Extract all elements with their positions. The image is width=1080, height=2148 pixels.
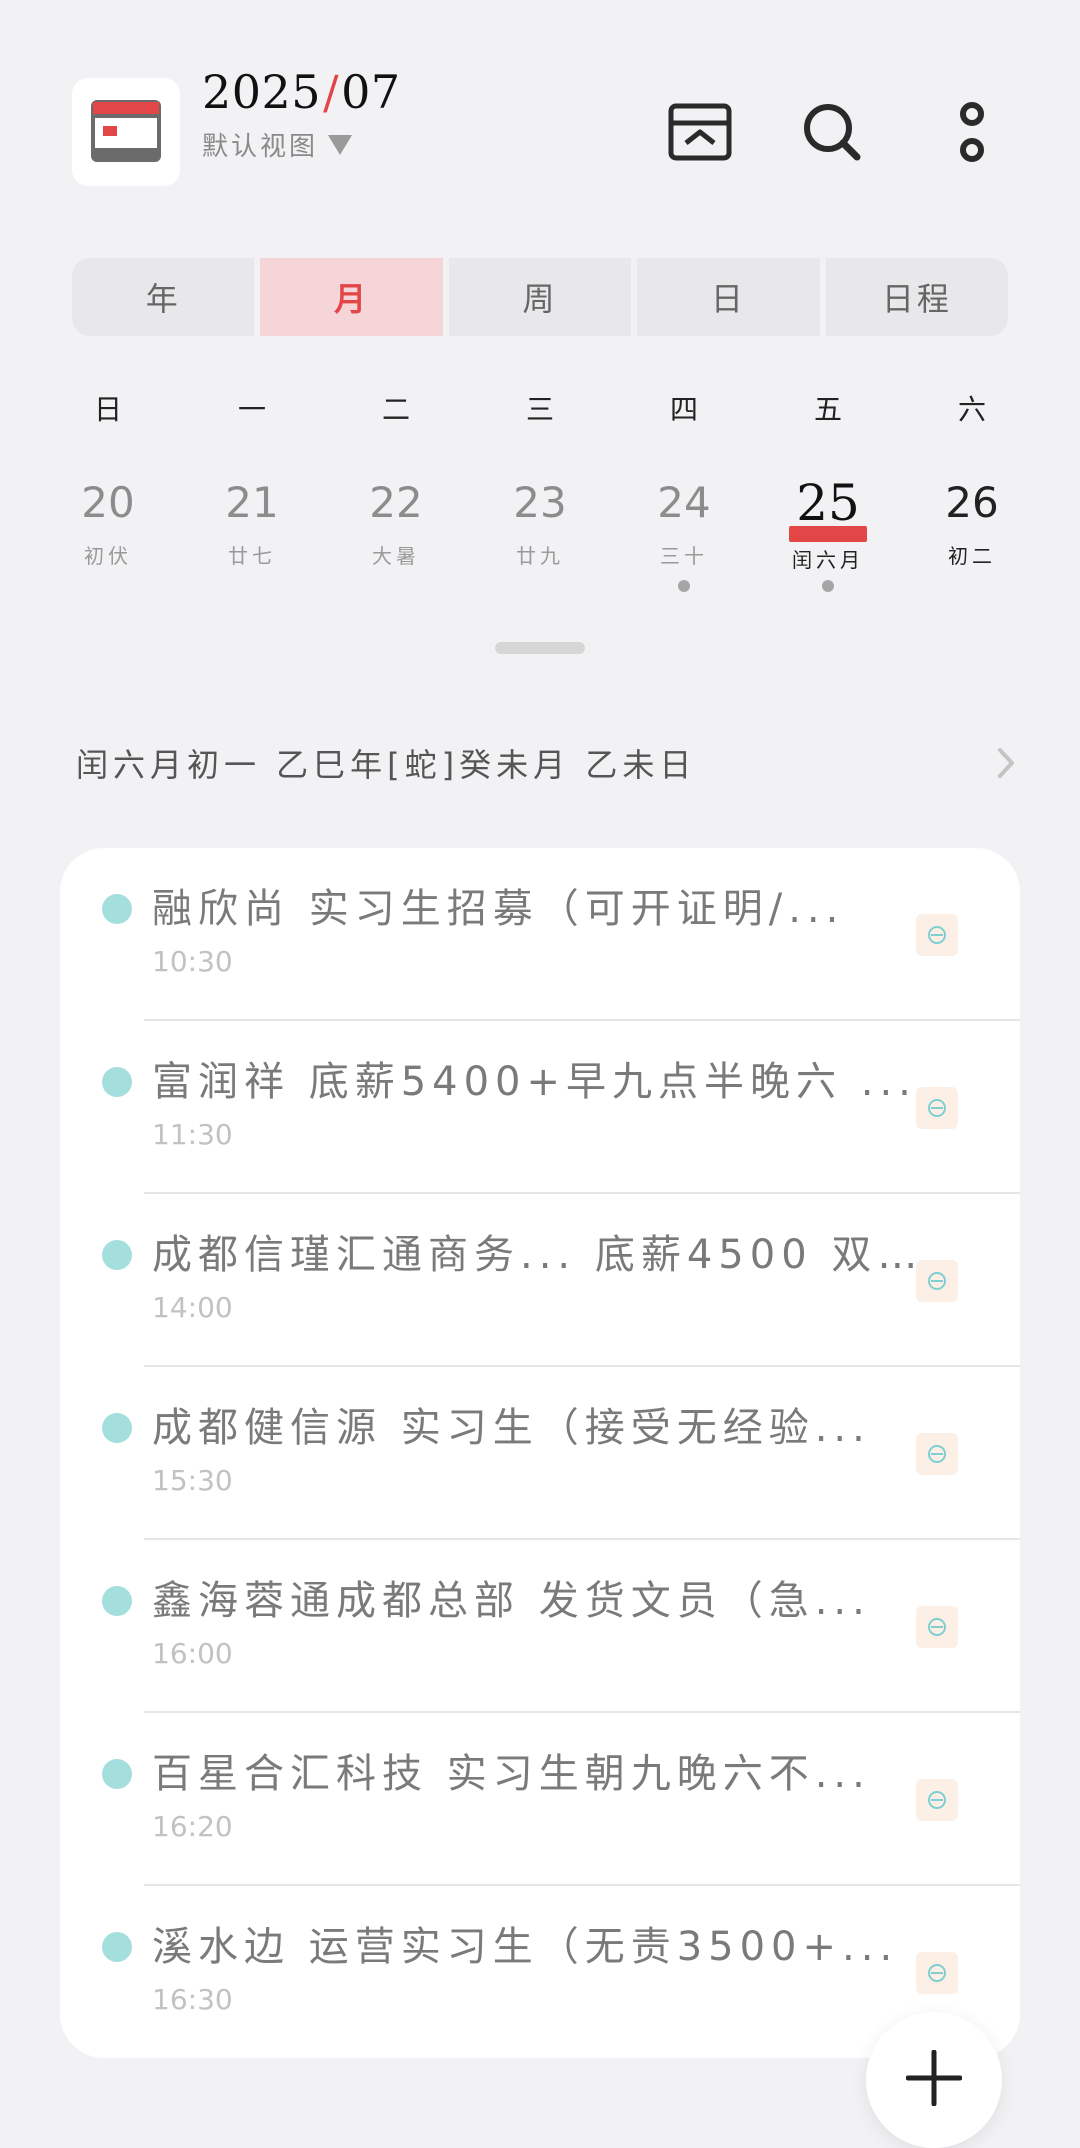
more-vertical-icon [960,102,984,162]
more-button[interactable] [932,92,1012,172]
event-color-dot [102,1067,132,1097]
search-icon [804,104,861,161]
weekday-label: 日 [93,393,122,426]
day-cell-today[interactable]: 25 闰六月 [756,470,900,610]
day-number: 25 [796,474,860,532]
event-item[interactable]: 成都健信源 实习生（接受无经验... 15:30 [60,1367,1020,1540]
day-cell[interactable]: 26 初二 [900,470,1044,610]
source-app-icon [916,1606,958,1648]
event-indicator-dot [822,580,834,592]
title-year: 2025 [202,65,322,119]
lunar-date: 廿七 [228,544,276,568]
expand-handle[interactable] [495,642,585,654]
weekday-label: 五 [813,393,842,426]
plus-icon [906,2050,962,2106]
event-item[interactable]: 融欣尚 实习生招募（可开证明/... 10:30 [60,848,1020,1021]
day-number: 22 [369,478,423,527]
day-number: 26 [945,478,999,527]
view-selector-label: 默认视图 [202,132,319,162]
event-time: 10:30 [152,945,233,978]
events-card: 融欣尚 实习生招募（可开证明/... 10:30 富润祥 底薪5400+早九点半… [60,848,1020,2058]
source-app-icon [916,1260,958,1302]
caret-down-icon [328,134,353,155]
weekday-label: 四 [669,393,698,426]
week-days-row: 20 初伏 21 廿七 22 大暑 23 廿九 24 三十 25 闰六月 26 … [36,470,1044,610]
page-title[interactable]: 2025 / 07 [202,64,401,120]
event-item[interactable]: 成都信瑾汇通商务... 底薪4500 双... 14:00 [60,1194,1020,1367]
event-title: 溪水边 运营实习生（无责3500+... [152,1924,899,1970]
event-indicator-dot [678,580,690,592]
event-title: 融欣尚 实习生招募（可开证明/... [152,886,845,932]
tab-schedule[interactable]: 日程 [825,258,1009,336]
day-number: 20 [81,478,135,527]
source-app-icon [916,1779,958,1821]
source-app-icon [916,1952,958,1994]
event-color-dot [102,1586,132,1616]
day-number: 23 [513,478,567,527]
header: 2025 / 07 默认视图 [0,0,1080,230]
event-item[interactable]: 鑫海蓉通成都总部 发货文员（急... 16:00 [60,1540,1020,1713]
day-cell[interactable]: 22 大暑 [324,470,468,610]
title-month: 07 [341,65,401,119]
tab-week[interactable]: 周 [448,258,632,336]
source-app-icon [916,914,958,956]
day-cell[interactable]: 24 三十 [612,470,756,610]
source-app-icon [916,1087,958,1129]
lunar-date: 闰六月 [792,548,864,572]
lunar-date: 三十 [660,544,708,568]
tab-year[interactable]: 年 [72,258,255,336]
weekday-label: 二 [381,393,410,426]
weekday-label: 三 [525,393,554,426]
event-time: 16:00 [152,1637,233,1670]
calendar-app-icon[interactable] [72,78,180,186]
event-item[interactable]: 百星合汇科技 实习生朝九晚六不... 16:20 [60,1713,1020,1886]
event-time: 14:00 [152,1291,233,1324]
source-app-icon [916,1433,958,1475]
day-number: 21 [225,478,279,527]
weekday-label: 六 [957,393,986,426]
lunar-date: 大暑 [372,544,420,568]
event-time: 11:30 [152,1118,233,1151]
event-time: 16:30 [152,1983,233,2016]
event-time: 16:20 [152,1810,233,1843]
lunar-info-text: 闰六月初一 乙巳年[蛇]癸未月 乙未日 [76,746,697,784]
event-title: 百星合汇科技 实习生朝九晚六不... [152,1751,871,1797]
event-color-dot [102,1759,132,1789]
view-tabs: 年 月 周 日 日程 [72,258,1009,336]
event-item[interactable]: 溪水边 运营实习生（无责3500+... 16:30 [60,1886,1020,2058]
event-color-dot [102,894,132,924]
day-cell[interactable]: 20 初伏 [36,470,180,610]
event-title: 富润祥 底薪5400+早九点半晚六 ... [152,1059,917,1105]
tab-day[interactable]: 日 [637,258,820,336]
event-color-dot [102,1413,132,1443]
event-title: 鑫海蓉通成都总部 发货文员（急... [152,1578,871,1624]
day-cell[interactable]: 23 廿九 [468,470,612,610]
chevron-right-icon [998,748,1014,778]
weekday-label: 一 [237,393,266,426]
lunar-info-row[interactable]: 闰六月初一 乙巳年[蛇]癸未月 乙未日 [76,738,1016,788]
event-color-dot [102,1240,132,1270]
event-color-dot [102,1932,132,1962]
search-button[interactable] [792,92,872,172]
lunar-date: 初伏 [84,544,132,568]
title-block: 2025 / 07 默认视图 [202,64,401,163]
view-selector[interactable]: 默认视图 [202,126,401,163]
tab-month[interactable]: 月 [260,258,443,336]
event-title: 成都信瑾汇通商务... 底薪4500 双... [152,1232,932,1278]
event-title: 成都健信源 实习生（接受无经验... [152,1405,871,1451]
event-item[interactable]: 富润祥 底薪5400+早九点半晚六 ... 11:30 [60,1021,1020,1194]
day-cell[interactable]: 21 廿七 [180,470,324,610]
lunar-date: 廿九 [516,544,564,568]
weekday-header: 日 一 二 三 四 五 六 [36,388,1044,428]
archive-icon [668,103,732,161]
title-slash: / [323,65,340,119]
day-number: 24 [657,478,711,527]
add-event-button[interactable] [866,2012,1002,2148]
archive-button[interactable] [660,92,740,172]
lunar-date: 初二 [948,544,996,568]
event-time: 15:30 [152,1464,233,1497]
